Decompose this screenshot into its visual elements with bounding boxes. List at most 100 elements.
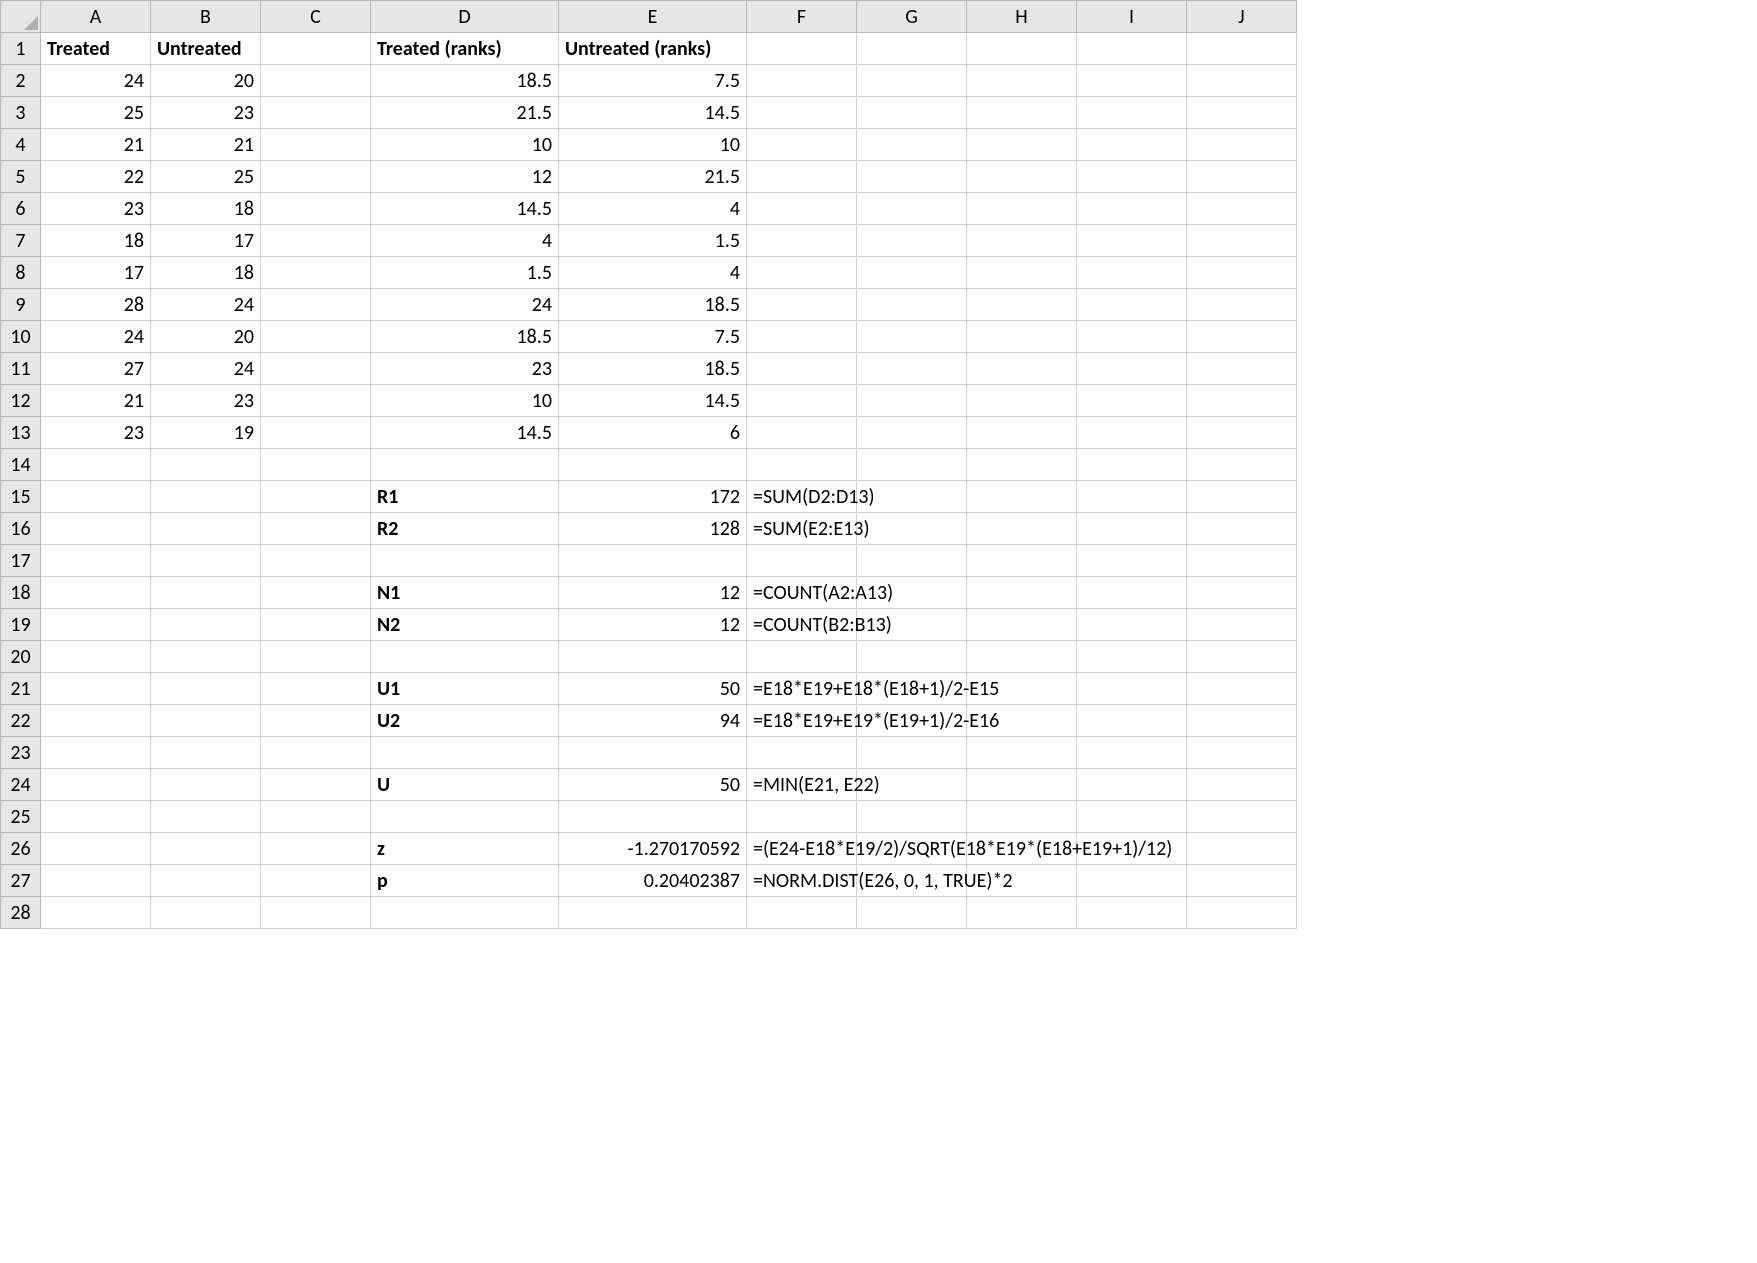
cell-E16[interactable]: 128 (559, 513, 747, 545)
cell-F4[interactable] (747, 129, 857, 161)
cell-C5[interactable] (261, 161, 371, 193)
row-header-10[interactable]: 10 (1, 321, 41, 353)
cell-D28[interactable] (371, 897, 559, 929)
cell-I16[interactable] (1077, 513, 1187, 545)
cell-E8[interactable]: 4 (559, 257, 747, 289)
row-header-13[interactable]: 13 (1, 417, 41, 449)
cell-J14[interactable] (1187, 449, 1297, 481)
cell-B5[interactable]: 25 (151, 161, 261, 193)
cell-C11[interactable] (261, 353, 371, 385)
cell-F18[interactable]: =COUNT(A2:A13) (747, 577, 857, 609)
cell-I7[interactable] (1077, 225, 1187, 257)
cell-A1[interactable]: Treated (41, 33, 151, 65)
cell-E7[interactable]: 1.5 (559, 225, 747, 257)
cell-F7[interactable] (747, 225, 857, 257)
cell-A5[interactable]: 22 (41, 161, 151, 193)
row-header-28[interactable]: 28 (1, 897, 41, 929)
cell-A26[interactable] (41, 833, 151, 865)
cell-F21[interactable]: =E18*E19+E18*(E18+1)/2-E15 (747, 673, 857, 705)
cell-I4[interactable] (1077, 129, 1187, 161)
cell-E23[interactable] (559, 737, 747, 769)
cell-I17[interactable] (1077, 545, 1187, 577)
cell-I9[interactable] (1077, 289, 1187, 321)
cell-G4[interactable] (857, 129, 967, 161)
cell-B17[interactable] (151, 545, 261, 577)
cell-G12[interactable] (857, 385, 967, 417)
cell-H6[interactable] (967, 193, 1077, 225)
cell-H25[interactable] (967, 801, 1077, 833)
cell-G1[interactable] (857, 33, 967, 65)
cell-B11[interactable]: 24 (151, 353, 261, 385)
cell-D26[interactable]: z (371, 833, 559, 865)
cell-B20[interactable] (151, 641, 261, 673)
cell-A28[interactable] (41, 897, 151, 929)
cell-D27[interactable]: p (371, 865, 559, 897)
cell-J28[interactable] (1187, 897, 1297, 929)
cell-C26[interactable] (261, 833, 371, 865)
row-header-2[interactable]: 2 (1, 65, 41, 97)
cell-B14[interactable] (151, 449, 261, 481)
cell-C1[interactable] (261, 33, 371, 65)
cell-B3[interactable]: 23 (151, 97, 261, 129)
cell-E28[interactable] (559, 897, 747, 929)
row-header-21[interactable]: 21 (1, 673, 41, 705)
cell-H19[interactable] (967, 609, 1077, 641)
cell-A7[interactable]: 18 (41, 225, 151, 257)
row-header-12[interactable]: 12 (1, 385, 41, 417)
cell-I15[interactable] (1077, 481, 1187, 513)
cell-B12[interactable]: 23 (151, 385, 261, 417)
cell-H2[interactable] (967, 65, 1077, 97)
cell-B19[interactable] (151, 609, 261, 641)
cell-G28[interactable] (857, 897, 967, 929)
row-header-16[interactable]: 16 (1, 513, 41, 545)
cell-D7[interactable]: 4 (371, 225, 559, 257)
cell-I6[interactable] (1077, 193, 1187, 225)
cell-J22[interactable] (1187, 705, 1297, 737)
cell-J24[interactable] (1187, 769, 1297, 801)
cell-C28[interactable] (261, 897, 371, 929)
cell-F22[interactable]: =E18*E19+E19*(E19+1)/2-E16 (747, 705, 857, 737)
cell-I3[interactable] (1077, 97, 1187, 129)
cell-H17[interactable] (967, 545, 1077, 577)
cell-H13[interactable] (967, 417, 1077, 449)
cell-I13[interactable] (1077, 417, 1187, 449)
cell-D4[interactable]: 10 (371, 129, 559, 161)
cell-J8[interactable] (1187, 257, 1297, 289)
cell-I19[interactable] (1077, 609, 1187, 641)
column-header-I[interactable]: I (1077, 1, 1187, 33)
cell-A22[interactable] (41, 705, 151, 737)
cell-C22[interactable] (261, 705, 371, 737)
cell-C10[interactable] (261, 321, 371, 353)
row-header-22[interactable]: 22 (1, 705, 41, 737)
cell-D16[interactable]: R2 (371, 513, 559, 545)
cell-A9[interactable]: 28 (41, 289, 151, 321)
cell-F6[interactable] (747, 193, 857, 225)
cell-D25[interactable] (371, 801, 559, 833)
row-header-26[interactable]: 26 (1, 833, 41, 865)
cell-C25[interactable] (261, 801, 371, 833)
cell-I1[interactable] (1077, 33, 1187, 65)
cell-E10[interactable]: 7.5 (559, 321, 747, 353)
cell-C27[interactable] (261, 865, 371, 897)
cell-D1[interactable]: Treated (ranks) (371, 33, 559, 65)
row-header-1[interactable]: 1 (1, 33, 41, 65)
cell-G2[interactable] (857, 65, 967, 97)
cell-I25[interactable] (1077, 801, 1187, 833)
cell-C13[interactable] (261, 417, 371, 449)
cell-A11[interactable]: 27 (41, 353, 151, 385)
cell-F27[interactable]: =NORM.DIST(E26, 0, 1, TRUE)*2 (747, 865, 857, 897)
row-header-25[interactable]: 25 (1, 801, 41, 833)
column-header-C[interactable]: C (261, 1, 371, 33)
column-header-G[interactable]: G (857, 1, 967, 33)
cell-F9[interactable] (747, 289, 857, 321)
cell-B23[interactable] (151, 737, 261, 769)
cell-D13[interactable]: 14.5 (371, 417, 559, 449)
cell-C18[interactable] (261, 577, 371, 609)
cell-D22[interactable]: U2 (371, 705, 559, 737)
cell-B8[interactable]: 18 (151, 257, 261, 289)
cell-F26[interactable]: =(E24-E18*E19/2)/SQRT(E18*E19*(E18+E19+1… (747, 833, 857, 865)
cell-I18[interactable] (1077, 577, 1187, 609)
cell-B25[interactable] (151, 801, 261, 833)
cell-B26[interactable] (151, 833, 261, 865)
cell-I14[interactable] (1077, 449, 1187, 481)
